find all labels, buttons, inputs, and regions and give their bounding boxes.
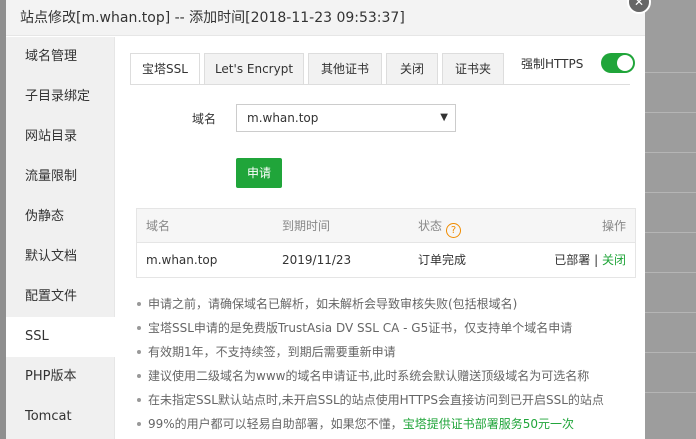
close-ssl-link[interactable]: 关闭 [602,253,626,267]
tab-baota-ssl[interactable]: 宝塔SSL [130,53,200,85]
column-header-domain: 域名 [146,219,171,233]
list-item: 宝塔SSL申请的是免费版TrustAsia DV SSL CA - G5证书，仅… [134,316,639,340]
dialog-title: 站点修改[m.whan.top] -- 添加时间[2018-11-23 09:5… [20,10,405,26]
apply-button[interactable]: 申请 [236,158,282,188]
backdrop-row-line [645,232,696,233]
domain-label: 域名 [192,112,217,126]
menu-item-site-directory[interactable]: 网站目录 [6,117,115,157]
cert-table: 域名 到期时间 状态? 操作 m.whan.top 2019/11/23 订单完… [136,208,636,278]
list-item: 申请之前，请确保域名已解析，如未解析会导致审核失败(包括根域名) [134,292,639,316]
deploy-service-link[interactable]: 宝塔提供证书部署服务50元一次 [403,417,574,431]
menu-item-rewrite[interactable]: 伪静态 [6,197,115,237]
ssl-panel: 宝塔SSL Let's Encrypt 其他证书 关闭 证书夹 强制HTTPS … [116,37,645,439]
site-settings-menu: 域名管理 子目录绑定 网站目录 流量限制 伪静态 默认文档 配置文件 SSL P… [6,37,116,439]
cell-action: 已部署 | 关闭 [554,243,626,277]
tabs-divider [130,84,630,85]
menu-item-traffic-limit[interactable]: 流量限制 [6,157,115,197]
force-https-label: 强制HTTPS [521,57,584,71]
backdrop-row-line [645,112,696,113]
list-item: 在未指定SSL默认站点时,未开启SSL的站点使用HTTPS会直接访问到已开启SS… [134,388,639,412]
backdrop-row-line [645,392,696,393]
menu-item-domain-management[interactable]: 域名管理 [6,37,115,77]
domain-select[interactable]: m.whan.top ▼ [236,104,456,132]
table-row: m.whan.top 2019/11/23 订单完成 已部署 | 关闭 [137,243,635,277]
column-header-action: 操作 [601,219,626,233]
menu-item-config-file[interactable]: 配置文件 [6,277,115,317]
list-item: 99%的用户都可以轻易自助部署，如果您不懂，宝塔提供证书部署服务50元一次 [134,412,639,436]
backdrop-row-line [645,152,696,153]
column-header-status: 状态? [418,209,462,243]
caret-down-icon: ▼ [440,112,448,123]
list-item: 建议使用二级域名为www的域名申请证书,此时系统会默认赠送顶级域名为可选名称 [134,364,639,388]
tab-close-ssl[interactable]: 关闭 [386,53,438,84]
menu-item-tomcat[interactable]: Tomcat [6,397,115,437]
deployed-label: 已部署 [554,253,591,267]
cell-expire: 2019/11/23 [282,253,352,267]
tab-lets-encrypt[interactable]: Let's Encrypt [204,53,304,84]
backdrop-row-line [645,352,696,353]
backdrop-row-line [645,72,696,73]
force-https-toggle[interactable] [601,53,635,73]
menu-item-default-document[interactable]: 默认文档 [6,237,115,277]
site-edit-dialog: 站点修改[m.whan.top] -- 添加时间[2018-11-23 09:5… [6,0,645,439]
action-separator: | [590,253,602,267]
table-header-row: 域名 到期时间 状态? 操作 [137,209,635,243]
toggle-knob [617,55,633,71]
column-header-expire: 到期时间 [282,219,331,233]
menu-item-subdirectory-binding[interactable]: 子目录绑定 [6,77,115,117]
menu-item-ssl[interactable]: SSL [6,317,116,357]
tab-cert-folder[interactable]: 证书夹 [442,53,504,84]
backdrop-row-line [645,192,696,193]
note-text: 99%的用户都可以轻易自助部署，如果您不懂， [148,417,403,431]
list-item: 有效期1年，不支持续签，到期后需要重新申请 [134,340,639,364]
cell-domain: m.whan.top [146,253,218,267]
domain-select-value: m.whan.top [247,111,319,125]
dialog-header: 站点修改[m.whan.top] -- 添加时间[2018-11-23 09:5… [6,0,645,36]
ssl-notes: 申请之前，请确保域名已解析，如未解析会导致审核失败(包括根域名) 宝塔SSL申请… [134,292,639,436]
backdrop-row-line [645,272,696,273]
cell-status: 订单完成 [418,253,467,267]
help-icon[interactable]: ? [446,223,462,238]
column-header-status-label: 状态 [418,219,443,233]
backdrop-row-line [645,312,696,313]
tab-other-cert[interactable]: 其他证书 [308,53,382,84]
menu-item-php-version[interactable]: PHP版本 [6,357,115,397]
